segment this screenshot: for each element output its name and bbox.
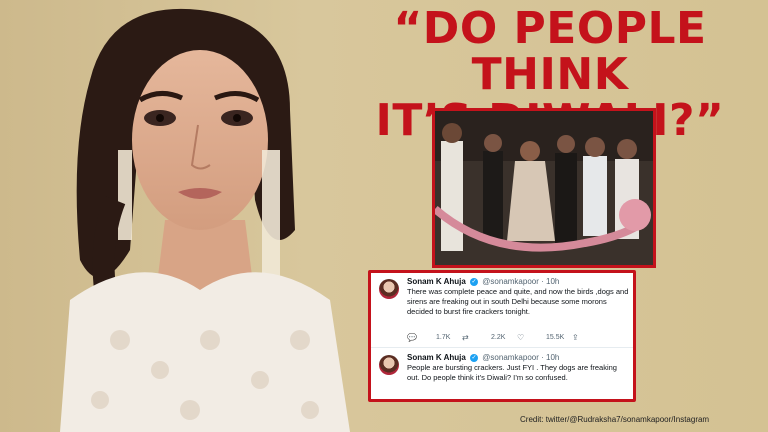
heart-icon: ♡ (517, 333, 525, 342)
tweets-card: Sonam K Ahuja ✓ @sonamkapoor · 10h There… (368, 270, 636, 402)
portrait-image (0, 0, 370, 432)
tweet-time[interactable]: · 10h (541, 353, 559, 362)
share-button[interactable]: ⇪ (572, 333, 627, 342)
tweet-text: There was complete peace and quite, and … (407, 287, 629, 316)
avatar[interactable] (379, 279, 399, 299)
like-count: 15.5K (546, 334, 565, 341)
like-button[interactable]: ♡ 15.5K (517, 333, 572, 342)
reply-button[interactable]: 💬 1.7K (407, 333, 462, 342)
retweet-icon: ⇄ (462, 333, 469, 342)
reply-icon: 💬 (407, 333, 417, 342)
divider (371, 347, 633, 348)
verified-badge-icon: ✓ (470, 277, 479, 286)
headline-line-1: “DO PEOPLE THINK (393, 3, 707, 100)
tweet-text: People are bursting crackers. Just FYI .… (407, 363, 617, 382)
tweet-header: Sonam K Ahuja ✓ @sonamkapoor · 10h (407, 277, 559, 286)
tweet-handle[interactable]: @sonamkapoor (482, 353, 539, 362)
tweet-header: Sonam K Ahuja ✓ @sonamkapoor · 10h (407, 353, 559, 362)
retweet-button[interactable]: ⇄ 2.2K (462, 333, 517, 342)
photo-credit: Credit: twitter/@Rudraksha7/sonamkapoor/… (520, 415, 710, 424)
share-icon: ⇪ (572, 333, 579, 342)
reply-count: 1.7K (436, 334, 451, 341)
verified-badge-icon: ✓ (470, 353, 479, 362)
tweet-handle[interactable]: @sonamkapoor (482, 277, 539, 286)
tweet-author-name[interactable]: Sonam K Ahuja (407, 353, 466, 362)
retweet-count: 2.2K (491, 334, 506, 341)
tweet-actions: 💬 1.7K ⇄ 2.2K ♡ 15.5K ⇪ (407, 333, 629, 342)
avatar[interactable] (379, 355, 399, 375)
tweet-time[interactable]: · 10h (541, 277, 559, 286)
tweet-author-name[interactable]: Sonam K Ahuja (407, 277, 466, 286)
news-photo (432, 108, 656, 268)
